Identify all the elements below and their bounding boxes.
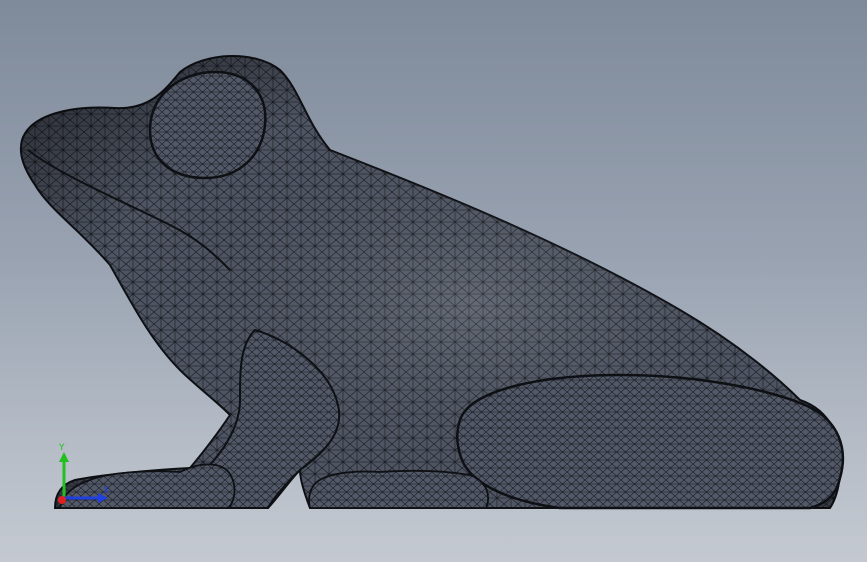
frog-hind-toes bbox=[308, 469, 489, 509]
graphics-viewport[interactable]: Y X bbox=[0, 0, 867, 562]
z-axis-indicator bbox=[58, 496, 66, 504]
coordinate-triad: Y X bbox=[48, 440, 118, 512]
y-axis-label: Y bbox=[59, 443, 65, 453]
frog-model[interactable] bbox=[0, 0, 867, 562]
x-axis-label: X bbox=[103, 486, 110, 496]
